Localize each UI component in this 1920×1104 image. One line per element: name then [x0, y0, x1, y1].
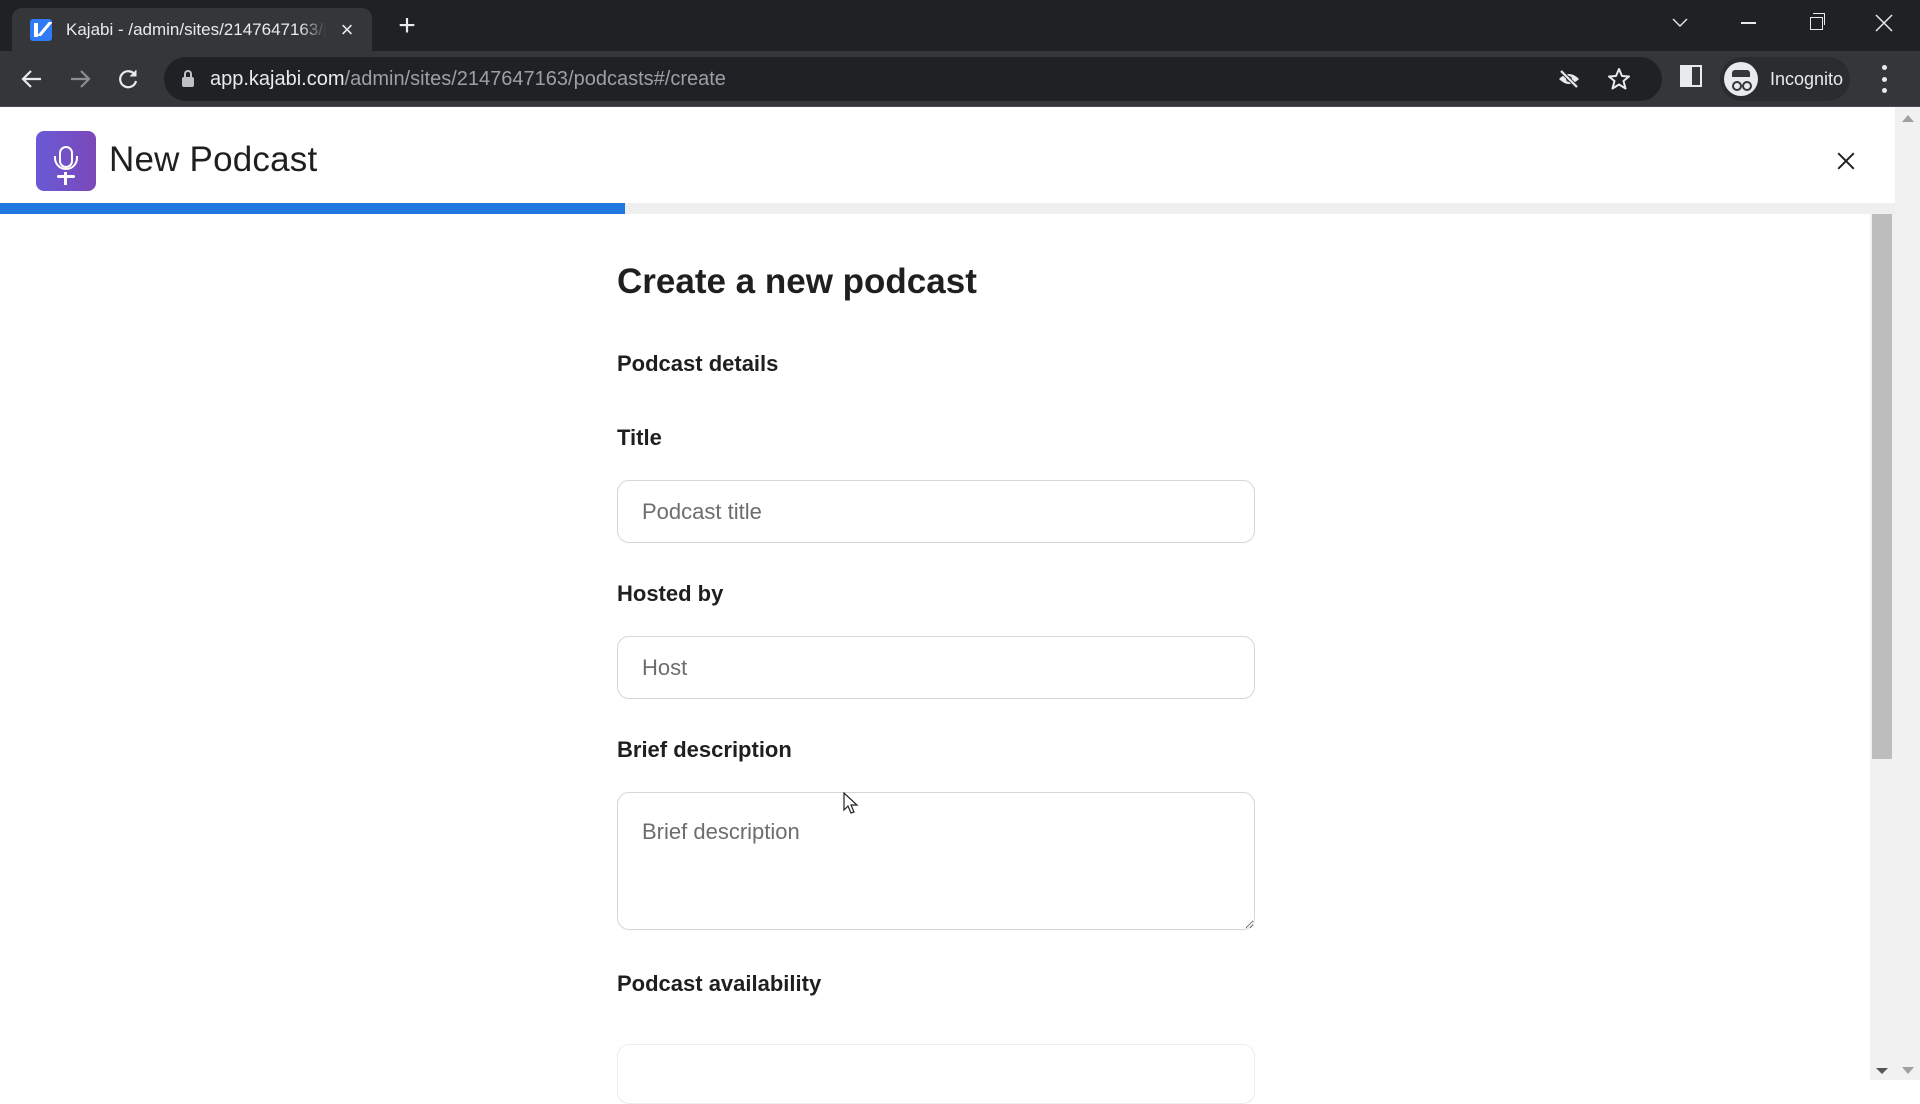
side-panel-icon[interactable]	[1680, 65, 1702, 87]
page-scrollbar[interactable]	[1895, 107, 1920, 1080]
arrow-right-icon	[71, 70, 91, 88]
page: New Podcast Create a new podcast Podcast…	[0, 107, 1920, 1104]
section-podcast-availability: Podcast availability	[617, 971, 822, 996]
microphone-icon	[54, 146, 78, 179]
scroll-up-arrow-icon[interactable]	[1902, 115, 1914, 122]
close-modal-button[interactable]	[1832, 147, 1860, 175]
kebab-menu-icon[interactable]	[1880, 65, 1888, 93]
browser-tab[interactable]: Kajabi - /admin/sites/2147647163/podcast…	[12, 8, 372, 51]
hosted-by-label: Hosted by	[617, 581, 724, 606]
brief-description-label: Brief description	[617, 737, 792, 762]
availability-options-card[interactable]	[617, 1044, 1255, 1104]
mouse-cursor-icon	[843, 792, 859, 814]
lock-icon[interactable]	[182, 69, 194, 87]
scroll-down-arrow-icon[interactable]	[1902, 1067, 1914, 1074]
brief-description-textarea[interactable]	[617, 792, 1255, 930]
incognito-label: Incognito	[1770, 68, 1844, 89]
tab-search-chevron-icon[interactable]	[1660, 6, 1700, 40]
back-button[interactable]	[14, 61, 50, 97]
tab-close-icon[interactable]: ×	[336, 18, 358, 41]
progress-fill	[0, 203, 626, 214]
window-close-button[interactable]	[1864, 6, 1904, 40]
close-icon	[1875, 14, 1893, 32]
star-icon[interactable]	[1606, 67, 1632, 91]
eye-slash-icon[interactable]	[1556, 67, 1582, 91]
modal-content: Create a new podcast Podcast details Tit…	[0, 214, 1870, 1104]
tab-title: Kajabi - /admin/sites/2147647163/podcast…	[66, 19, 326, 39]
reload-icon	[119, 70, 138, 89]
browser-tabstrip: Kajabi - /admin/sites/2147647163/podcast…	[0, 0, 1920, 51]
restore-icon	[1809, 12, 1825, 30]
new-tab-button[interactable]: +	[392, 11, 422, 41]
reload-button[interactable]	[110, 61, 146, 97]
modal-title: New Podcast	[109, 140, 318, 179]
forward-button[interactable]	[62, 61, 98, 97]
form-heading: Create a new podcast	[617, 262, 977, 301]
incognito-icon	[1724, 62, 1758, 96]
modal-scrollbar[interactable]	[1870, 214, 1895, 1080]
kajabi-logo-icon	[30, 18, 52, 41]
title-input[interactable]	[617, 480, 1255, 543]
modal-header: New Podcast	[0, 107, 1895, 203]
modal-scrollbar-thumb[interactable]	[1872, 214, 1892, 759]
minimize-icon	[1740, 22, 1756, 24]
title-label: Title	[617, 425, 662, 450]
section-podcast-details: Podcast details	[617, 351, 779, 376]
progress-bar	[0, 203, 1895, 214]
scroll-down-arrow-icon[interactable]	[1876, 1068, 1888, 1074]
arrow-left-icon	[21, 70, 41, 88]
podcast-app-icon	[36, 131, 96, 191]
minimize-button[interactable]	[1728, 6, 1768, 40]
address-bar[interactable]: app.kajabi.com/admin/sites/2147647163/po…	[164, 57, 1662, 101]
host-input[interactable]	[617, 636, 1255, 699]
incognito-profile-button[interactable]: Incognito	[1720, 57, 1850, 101]
restore-button[interactable]	[1796, 6, 1836, 40]
browser-toolbar: app.kajabi.com/admin/sites/2147647163/po…	[0, 51, 1920, 107]
url-text[interactable]: app.kajabi.com/admin/sites/2147647163/po…	[210, 68, 726, 91]
